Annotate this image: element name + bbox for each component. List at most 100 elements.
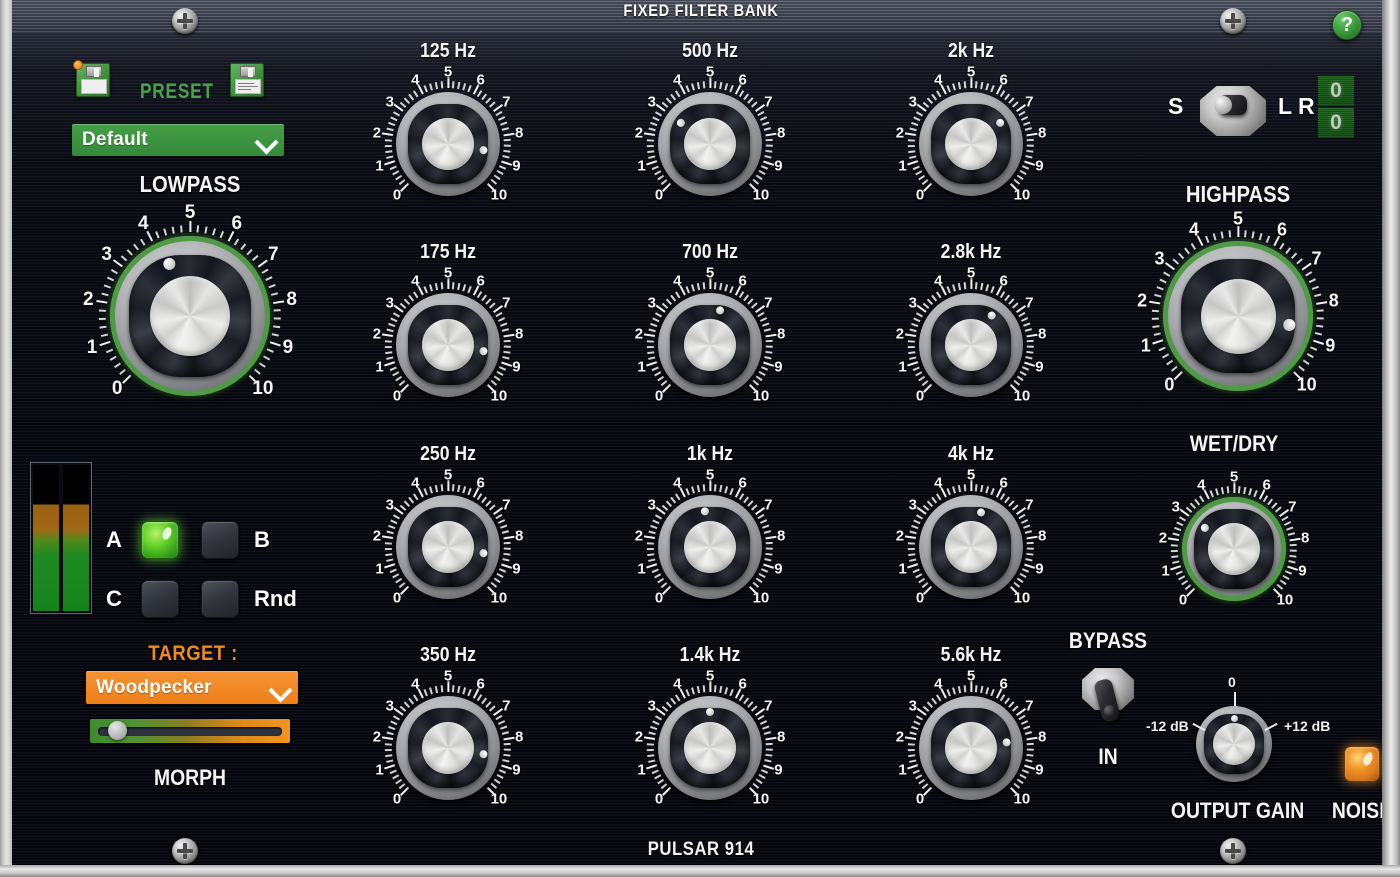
knob-scale-number: 8 [1037, 124, 1047, 142]
knob-tick [502, 558, 510, 562]
knob-tick [381, 736, 393, 741]
knob-scale-number: 9 [774, 761, 783, 779]
knob-tick [661, 182, 672, 193]
knob-tick [652, 317, 660, 322]
preset-load-icon[interactable] [73, 60, 110, 97]
preset-dropdown[interactable]: Default [72, 124, 284, 156]
knob-tick [1316, 317, 1324, 320]
target-dropdown[interactable]: Woodpecker [86, 671, 298, 704]
highpass-knob[interactable] [1163, 241, 1313, 391]
filter-56khz-knob[interactable] [919, 696, 1023, 800]
knob-indicator-dot [479, 346, 489, 356]
knob-tick [1013, 179, 1021, 185]
knob-pointer [899, 273, 1044, 418]
knob-tick [1185, 587, 1196, 598]
knob-scale-number: 10 [752, 387, 770, 405]
gain-tick-center [1234, 692, 1236, 706]
filter-700hz-knob[interactable] [658, 293, 762, 397]
knob-tick [964, 685, 967, 693]
slot-rnd-button[interactable] [201, 580, 239, 618]
filter-28khz-knob[interactable] [919, 293, 1023, 397]
knob-tick [921, 179, 929, 185]
filter-350hz-knob[interactable] [396, 696, 500, 800]
knob-scale-number: 3 [385, 294, 394, 312]
knob-tick [502, 356, 510, 360]
filter-250hz-label: 250 Hz [420, 443, 476, 465]
morph-slider[interactable] [90, 719, 290, 743]
knob-scale-number: 0 [392, 589, 402, 607]
knob-tick [503, 144, 511, 147]
knob-scale-number: 1 [898, 560, 907, 578]
knob-tick [503, 754, 511, 757]
stereo-lr-toggle[interactable] [1200, 86, 1266, 136]
lowpass-knob[interactable] [110, 236, 270, 396]
knob-scale-number: 6 [999, 272, 1008, 290]
filter-250hz-knob[interactable] [396, 495, 500, 599]
noise-button[interactable] [1344, 746, 1380, 782]
knob-tick [758, 170, 766, 176]
knob-tick [904, 535, 916, 540]
knob-tick [913, 317, 921, 322]
knob-tick [915, 774, 923, 780]
knob-tick [678, 486, 686, 498]
knob-scale-number: 6 [476, 474, 485, 492]
knob-tick [724, 687, 729, 695]
filter-500hz-knob[interactable] [658, 92, 762, 196]
knob-scale-number: 1 [375, 761, 384, 779]
morph-slider-thumb[interactable] [108, 721, 128, 740]
knob-tick [714, 282, 717, 290]
knob-tick [1194, 498, 1201, 506]
knob-tick [1025, 127, 1033, 131]
filter-125hz-label: 125 Hz [420, 40, 476, 62]
knob-tick [765, 547, 773, 550]
knob-scale-number: 10 [1013, 589, 1031, 607]
knob-pointer [1161, 476, 1306, 621]
knob-scale-number: 9 [512, 358, 521, 376]
knob-tick [1252, 231, 1255, 239]
knob-indicator-dot [1199, 522, 1211, 534]
filter-125hz-knob[interactable] [396, 92, 500, 196]
knob-scale-number: 3 [647, 93, 656, 111]
knob-tick [757, 514, 765, 520]
knob-scale-number: 9 [774, 358, 783, 376]
knob-indicator-dot [1002, 737, 1012, 747]
wetdry-knob[interactable] [1182, 497, 1286, 601]
filter-175hz-knob[interactable] [396, 293, 500, 397]
slot-b-button[interactable] [201, 521, 239, 559]
preset-save-icon[interactable] [230, 63, 264, 97]
slot-c-button[interactable] [141, 580, 179, 618]
knob-tick [719, 282, 723, 291]
knob-tick [390, 519, 398, 524]
filter-2khz-knob[interactable] [919, 92, 1023, 196]
filter-14khz-knob[interactable] [658, 696, 762, 800]
knob-tick [502, 759, 510, 763]
knob-tick [995, 486, 1003, 498]
knob-tick [931, 93, 938, 101]
knob-tick [1244, 230, 1247, 238]
knob-tick [385, 144, 393, 147]
bypass-toggle[interactable] [1082, 668, 1134, 723]
knob-tick [643, 736, 655, 741]
knob-scale-number: 0 [654, 186, 664, 204]
help-icon[interactable]: ? [1332, 10, 1362, 40]
knob-tick [385, 748, 393, 751]
knob-tick [385, 351, 393, 354]
knob-tick [1009, 182, 1020, 193]
knob-tick [435, 81, 439, 90]
knob-tick [467, 286, 472, 294]
knob-tick [99, 340, 111, 347]
filter-4khz-knob[interactable] [919, 495, 1023, 599]
knob-tick [1315, 300, 1328, 305]
knob-scale-number: 3 [1171, 498, 1180, 516]
knob-pointer [388, 487, 508, 607]
knob-tick [441, 282, 444, 290]
knob-scale-number: 4 [934, 272, 943, 290]
filter-1khz-knob[interactable] [658, 495, 762, 599]
output-gain-knob[interactable] [1196, 706, 1272, 782]
slot-a-button[interactable] [141, 521, 179, 559]
knob-tick [1000, 493, 1006, 501]
knob-tick [647, 553, 655, 556]
knob-scale-number: 7 [1288, 498, 1297, 516]
knob-tick [1272, 587, 1283, 598]
knob-scale-number: 4 [673, 474, 682, 492]
